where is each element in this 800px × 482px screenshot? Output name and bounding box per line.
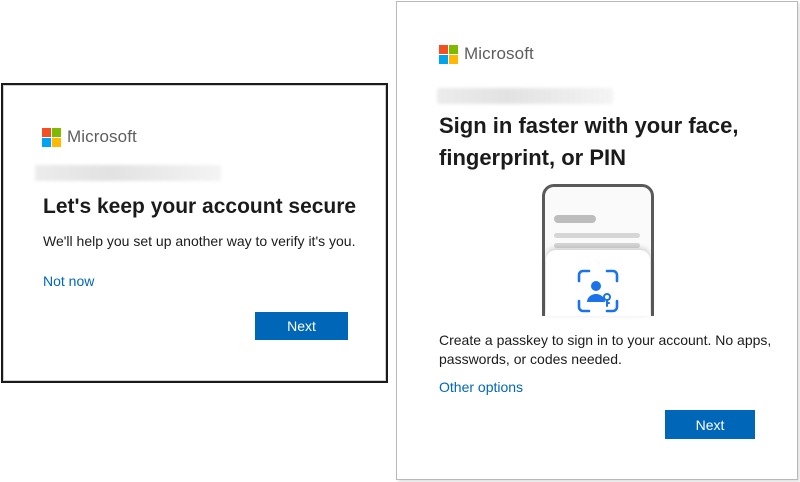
page-title: Let's keep your account secure: [43, 195, 357, 218]
next-button[interactable]: Next: [255, 312, 348, 340]
blurred-account-email: [437, 88, 613, 104]
not-now-link[interactable]: Not now: [43, 273, 94, 289]
page-title: Sign in faster with your face, fingerpri…: [439, 110, 739, 174]
brand-name: Microsoft: [67, 127, 137, 146]
keep-account-secure-dialog: Microsoft Let's keep your account secure…: [1, 83, 388, 383]
microsoft-logo: Microsoft: [439, 44, 534, 64]
passkey-setup-dialog: Microsoft Sign in faster with your face,…: [396, 1, 798, 480]
description-line-2: passwords, or codes needed.: [439, 351, 622, 367]
next-button[interactable]: Next: [665, 410, 755, 439]
other-options-link[interactable]: Other options: [439, 379, 523, 395]
description-text: We'll help you set up another way to ver…: [43, 233, 356, 249]
title-line-2: fingerprint, or PIN: [439, 145, 626, 170]
microsoft-logo: Microsoft: [42, 127, 137, 147]
blurred-account-email: [35, 165, 221, 181]
description-text: Create a passkey to sign in to your acco…: [439, 331, 789, 369]
title-line-1: Sign in faster with your face,: [439, 113, 739, 138]
description-line-1: Create a passkey to sign in to your acco…: [439, 332, 772, 348]
microsoft-logo-icon: [439, 44, 458, 64]
face-scan-icon: [577, 269, 619, 313]
brand-name: Microsoft: [464, 44, 534, 63]
screenshot-stage: Microsoft Let's keep your account secure…: [0, 0, 800, 482]
microsoft-logo-icon: [42, 127, 61, 147]
